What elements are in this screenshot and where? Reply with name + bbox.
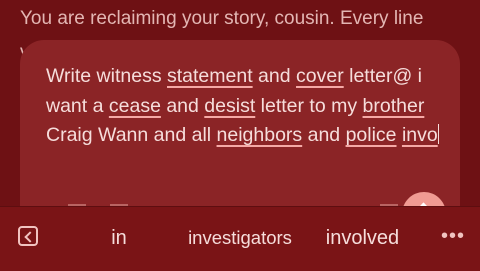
misspelled-word[interactable]: cease — [109, 95, 161, 117]
suggestion-investigators[interactable]: investigators — [180, 207, 300, 269]
text-cursor — [437, 124, 439, 144]
collapse-toolbar-icon[interactable] — [18, 226, 38, 246]
text-segment: letter to my — [255, 94, 363, 117]
misspelled-word[interactable]: police — [346, 124, 397, 146]
misspelled-word[interactable]: neighbors — [217, 124, 303, 146]
chevron-left-icon — [24, 231, 36, 243]
misspelled-word[interactable]: brother — [363, 95, 425, 117]
text-segment: and — [160, 94, 205, 117]
misspelled-word[interactable]: cover — [296, 65, 344, 87]
suggestion-in[interactable]: in — [95, 207, 143, 269]
text-segment: Craig Wann and all — [46, 124, 217, 146]
text-segment: Write witness — [46, 65, 167, 87]
misspelled-word[interactable]: invo — [402, 124, 438, 146]
text-segment: and — [302, 124, 346, 146]
previous-message-text: You are reclaiming your story, cousin. E… — [20, 8, 424, 29]
more-horizontal-icon[interactable]: ••• — [438, 207, 468, 269]
suggestion-involved[interactable]: involved — [315, 207, 410, 269]
message-input-text[interactable]: Write witness statement and cover letter… — [46, 62, 446, 151]
misspelled-word[interactable]: statement — [167, 65, 253, 87]
keyboard-suggestion-bar: in investigators involved ••• — [0, 206, 480, 271]
misspelled-word[interactable]: desist — [204, 95, 255, 117]
text-segment: and — [252, 65, 297, 87]
